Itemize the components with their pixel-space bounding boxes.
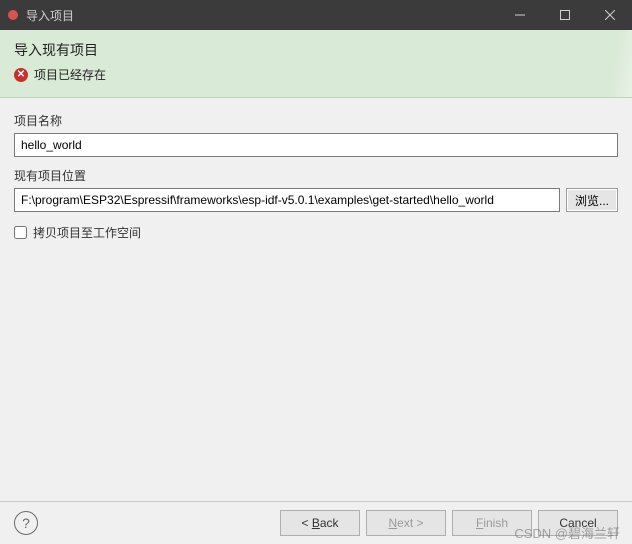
wizard-footer: ? < Back Next > Finish Cancel — [0, 501, 632, 544]
minimize-button[interactable] — [497, 0, 542, 30]
copy-checkbox-row[interactable]: 拷贝项目至工作空间 — [14, 224, 618, 241]
footer-button-group: < Back Next > Finish Cancel — [280, 510, 618, 536]
close-button[interactable] — [587, 0, 632, 30]
wizard-content: 项目名称 现有项目位置 浏览... 拷贝项目至工作空间 — [0, 98, 632, 245]
project-name-label: 项目名称 — [14, 112, 618, 129]
window-title: 导入项目 — [26, 7, 497, 24]
maximize-button[interactable] — [542, 0, 587, 30]
finish-suffix: inish — [483, 516, 508, 530]
back-button[interactable]: < Back — [280, 510, 360, 536]
wizard-error-text: 项目已经存在 — [34, 66, 106, 83]
wizard-error-row: ✕ 项目已经存在 — [14, 66, 618, 83]
next-button: Next > — [366, 510, 446, 536]
maximize-icon — [560, 10, 570, 20]
help-button[interactable]: ? — [14, 511, 38, 535]
copy-checkbox-label: 拷贝项目至工作空间 — [33, 224, 141, 241]
window-controls — [497, 0, 632, 30]
wizard-title: 导入现有项目 — [14, 40, 618, 60]
close-icon — [605, 10, 615, 20]
project-name-input[interactable] — [14, 133, 618, 157]
minimize-icon — [515, 10, 525, 20]
wizard-header: 导入现有项目 ✕ 项目已经存在 — [0, 30, 632, 98]
error-icon: ✕ — [14, 68, 28, 82]
location-label: 现有项目位置 — [14, 167, 618, 184]
location-row: 浏览... — [14, 188, 618, 212]
back-suffix: ack — [320, 516, 339, 530]
copy-checkbox[interactable] — [14, 226, 27, 239]
window-titlebar: 导入项目 — [0, 0, 632, 30]
app-icon — [8, 10, 18, 20]
back-mnemonic: B — [312, 516, 320, 530]
finish-button: Finish — [452, 510, 532, 536]
browse-button[interactable]: 浏览... — [566, 188, 618, 212]
next-suffix: ext > — [397, 516, 423, 530]
back-prefix: < — [301, 516, 311, 530]
location-input[interactable] — [14, 188, 560, 212]
next-mnemonic: N — [388, 516, 397, 530]
cancel-button[interactable]: Cancel — [538, 510, 618, 536]
